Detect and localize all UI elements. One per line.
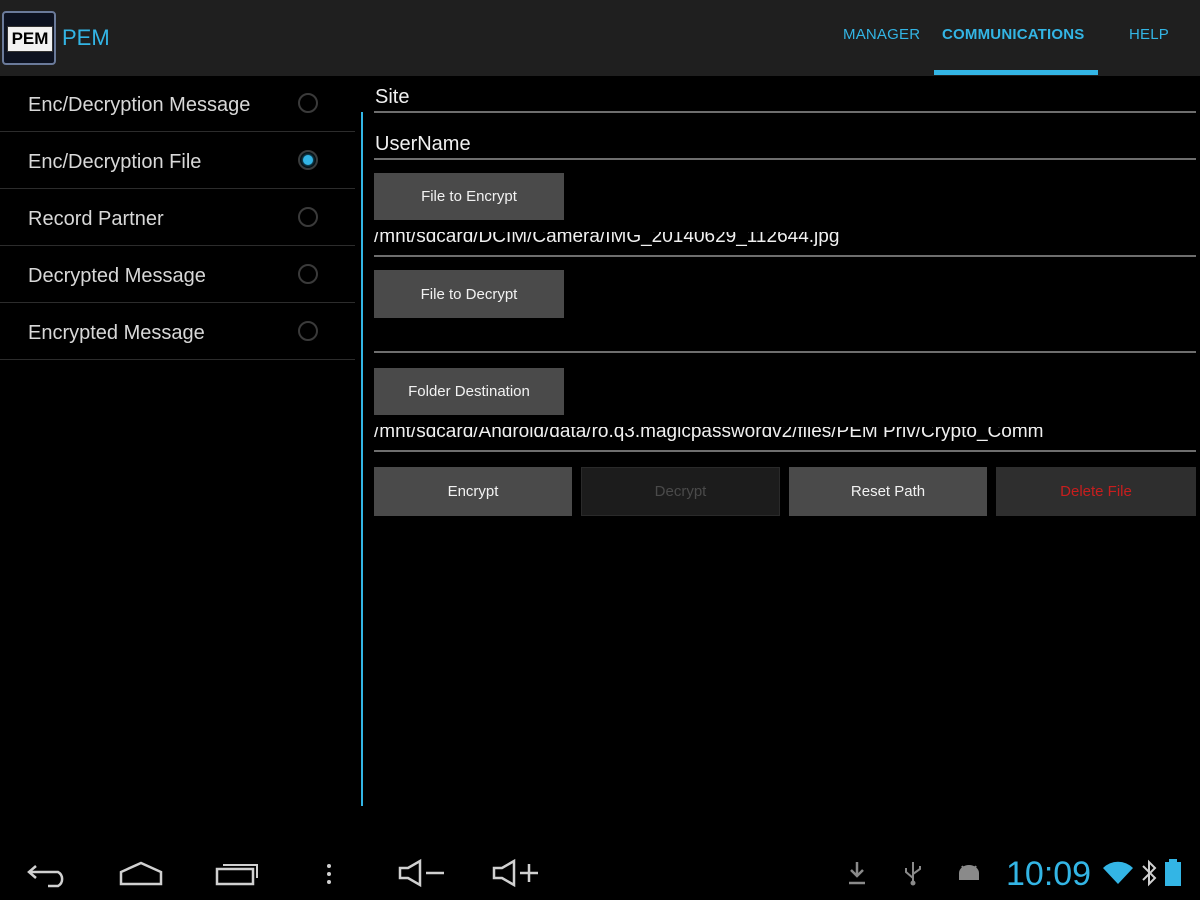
- file-to-encrypt-button[interactable]: File to Encrypt: [374, 173, 564, 220]
- destination-path-field[interactable]: /mnt/sdcard/Android/data/ro.q3.magicpass…: [374, 427, 1196, 449]
- encrypt-path-text: /mnt/sdcard/DCIM/Camera/IMG_20140629_112…: [374, 232, 840, 247]
- sidebar-item-label: Encrypted Message: [28, 322, 205, 344]
- android-debug-icon: [959, 865, 979, 880]
- radio-button[interactable]: [298, 264, 318, 284]
- app-title: PEM: [62, 25, 110, 50]
- battery-icon: [1165, 859, 1181, 886]
- sidebar-item-record-partner[interactable]: Record Partner: [0, 190, 355, 246]
- radio-button[interactable]: [298, 93, 318, 113]
- sidebar-item-enc-decryption-file[interactable]: Enc/Decryption File: [0, 133, 355, 189]
- encrypt-path-field[interactable]: /mnt/sdcard/DCIM/Camera/IMG_20140629_112…: [374, 232, 1196, 254]
- destination-path-underline: [374, 450, 1196, 452]
- sidebar-item-label: Enc/Decryption File: [28, 151, 202, 173]
- status-clock: 10:09: [1006, 855, 1092, 893]
- app-logo-icon[interactable]: PEM: [2, 11, 56, 65]
- reset-path-button[interactable]: Reset Path: [789, 467, 987, 516]
- site-field[interactable]: Site: [375, 86, 409, 109]
- menu-icon[interactable]: [324, 862, 334, 886]
- download-icon: [849, 862, 865, 885]
- folder-destination-button[interactable]: Folder Destination: [374, 368, 564, 415]
- decrypt-button[interactable]: Decrypt: [581, 467, 780, 516]
- radio-button-checked[interactable]: [298, 150, 318, 170]
- tab-communications[interactable]: COMMUNICATIONS: [942, 26, 1085, 43]
- radio-button[interactable]: [298, 321, 318, 341]
- sidebar: Enc/Decryption Message Enc/Decryption Fi…: [0, 76, 355, 363]
- back-icon[interactable]: [26, 860, 70, 888]
- radio-button[interactable]: [298, 207, 318, 227]
- site-field-underline: [374, 111, 1196, 113]
- sidebar-item-label: Record Partner: [28, 208, 164, 230]
- tab-help[interactable]: HELP: [1129, 26, 1169, 43]
- volume-up-icon[interactable]: [490, 858, 542, 888]
- usb-icon: [905, 862, 921, 886]
- delete-file-button[interactable]: Delete File: [996, 467, 1196, 516]
- selected-tab-indicator: [934, 70, 1098, 75]
- sidebar-item-label: Enc/Decryption Message: [28, 94, 251, 116]
- recent-apps-icon[interactable]: [214, 860, 260, 886]
- bluetooth-icon: [1142, 859, 1157, 887]
- pane-divider: [361, 112, 363, 806]
- username-field[interactable]: UserName: [375, 133, 471, 156]
- home-icon[interactable]: [118, 860, 164, 886]
- system-navigation-bar: 10:09: [0, 838, 1200, 900]
- sidebar-item-enc-decryption-message[interactable]: Enc/Decryption Message: [0, 76, 355, 132]
- username-field-underline: [374, 158, 1196, 160]
- encrypt-button[interactable]: Encrypt: [374, 467, 572, 516]
- tab-manager[interactable]: MANAGER: [843, 26, 920, 43]
- decrypt-path-field[interactable]: [374, 328, 1196, 350]
- app-logo-text: PEM: [7, 26, 53, 52]
- wifi-icon: [1103, 861, 1133, 884]
- sidebar-item-encrypted-message[interactable]: Encrypted Message: [0, 304, 355, 360]
- volume-down-icon[interactable]: [396, 858, 448, 888]
- encrypt-path-underline: [374, 255, 1196, 257]
- sidebar-item-decrypted-message[interactable]: Decrypted Message: [0, 247, 355, 303]
- destination-path-text: /mnt/sdcard/Android/data/ro.q3.magicpass…: [374, 427, 1044, 442]
- file-to-decrypt-button[interactable]: File to Decrypt: [374, 270, 564, 318]
- sidebar-item-label: Decrypted Message: [28, 265, 206, 287]
- action-bar: PEM PEM MANAGER COMMUNICATIONS HELP: [0, 0, 1200, 76]
- decrypt-path-underline: [374, 351, 1196, 353]
